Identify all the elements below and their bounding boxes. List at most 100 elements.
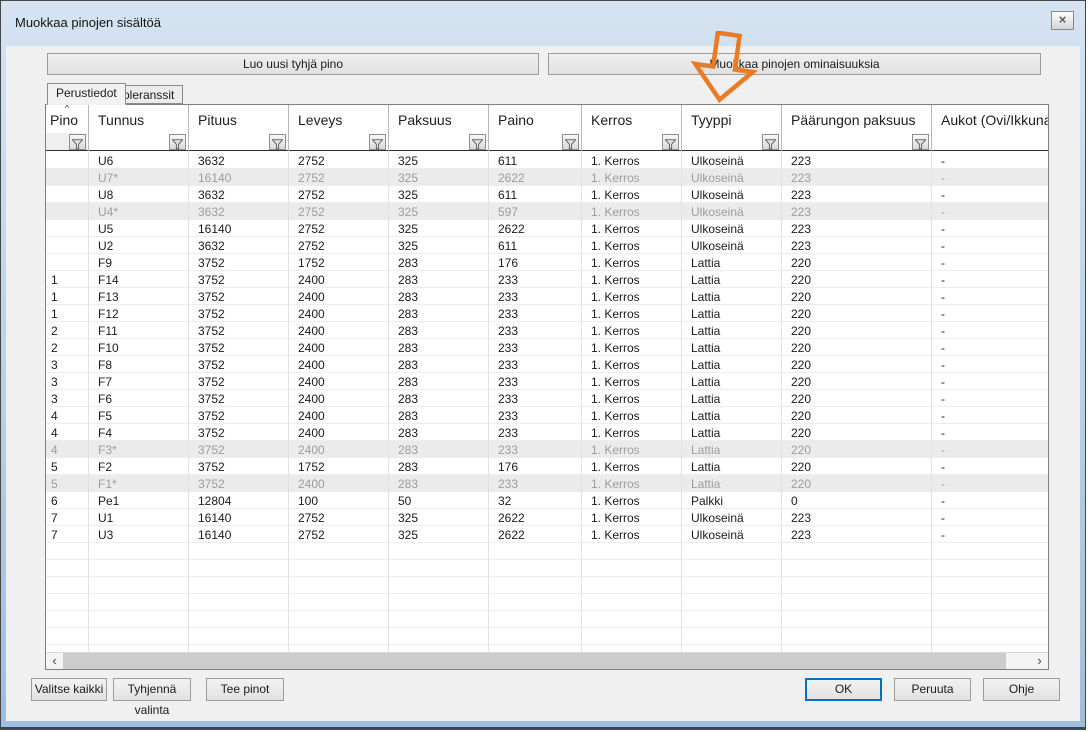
table-row[interactable]: 3F8375224002832331. KerrosLattia220- bbox=[46, 356, 1048, 373]
table-cell: 1. Kerros bbox=[581, 392, 681, 406]
table-cell: F11 bbox=[88, 324, 188, 338]
table-row[interactable]: U7*16140275232526221. KerrosUlkoseinä223… bbox=[46, 169, 1048, 186]
table-cell: 220 bbox=[781, 375, 931, 389]
filter-funnel-button[interactable] bbox=[269, 134, 286, 150]
table-cell: 4 bbox=[46, 443, 88, 457]
column-header-5[interactable]: Paksuus bbox=[388, 105, 488, 133]
table-cell: 4 bbox=[46, 409, 88, 423]
column-header-7[interactable]: Kerros bbox=[581, 105, 681, 133]
scrollbar-thumb[interactable] bbox=[63, 653, 1006, 669]
table-row[interactable]: 6Pe11280410050321. KerrosPalkki0- bbox=[46, 492, 1048, 509]
filter-funnel-button[interactable] bbox=[469, 134, 486, 150]
table-row[interactable]: F9375217522831761. KerrosLattia220- bbox=[46, 254, 1048, 271]
table-row[interactable]: 7U316140275232526221. KerrosUlkoseinä223… bbox=[46, 526, 1048, 543]
column-header-9[interactable]: Päärungon paksuus bbox=[781, 105, 931, 133]
funnel-icon bbox=[915, 139, 926, 150]
table-cell: - bbox=[931, 307, 1048, 321]
column-header-8[interactable]: Tyyppi bbox=[681, 105, 781, 133]
table-cell: 1. Kerros bbox=[581, 426, 681, 440]
table-cell: 325 bbox=[388, 205, 488, 219]
table-cell: 220 bbox=[781, 477, 931, 491]
table-row[interactable]: 4F4375224002832331. KerrosLattia220- bbox=[46, 424, 1048, 441]
clear-selection-button[interactable]: Tyhjennä valinta bbox=[113, 678, 191, 701]
table-cell: 611 bbox=[488, 188, 581, 202]
create-empty-stack-button[interactable]: Luo uusi tyhjä pino bbox=[47, 53, 539, 75]
table-cell: 1. Kerros bbox=[581, 460, 681, 474]
table-row[interactable]: 2F10375224002832331. KerrosLattia220- bbox=[46, 339, 1048, 356]
column-header-1[interactable]: Pino bbox=[46, 105, 88, 133]
table-row[interactable]: U6363227523256111. KerrosUlkoseinä223- bbox=[46, 152, 1048, 169]
table-cell: 3752 bbox=[188, 273, 288, 287]
table-row[interactable]: 4F3*375224002832331. KerrosLattia220- bbox=[46, 441, 1048, 458]
table-cell: 3632 bbox=[188, 188, 288, 202]
table-cell: 5 bbox=[46, 460, 88, 474]
table-cell: 7 bbox=[46, 528, 88, 542]
table-cell: 2752 bbox=[288, 239, 388, 253]
column-header-4[interactable]: Leveys bbox=[288, 105, 388, 133]
table-cell: 3752 bbox=[188, 358, 288, 372]
table-row[interactable]: 7U116140275232526221. KerrosUlkoseinä223… bbox=[46, 509, 1048, 526]
table-cell: 2622 bbox=[488, 528, 581, 542]
table-row[interactable]: U4*363227523255971. KerrosUlkoseinä223- bbox=[46, 203, 1048, 220]
table-row[interactable]: U8363227523256111. KerrosUlkoseinä223- bbox=[46, 186, 1048, 203]
table-header: ^ PinoTunnusPituusLeveysPaksuusPainoKerr… bbox=[46, 105, 1048, 151]
filter-funnel-button[interactable] bbox=[369, 134, 386, 150]
table-row[interactable]: 3F6375224002832331. KerrosLattia220- bbox=[46, 390, 1048, 407]
table-row[interactable]: 4F5375224002832331. KerrosLattia220- bbox=[46, 407, 1048, 424]
table-cell: - bbox=[931, 290, 1048, 304]
make-stacks-button[interactable]: Tee pinot bbox=[206, 678, 284, 701]
table-cell: 2400 bbox=[288, 307, 388, 321]
table-row[interactable]: 1F13375224002832331. KerrosLattia220- bbox=[46, 288, 1048, 305]
table-row[interactable]: 3F7375224002832331. KerrosLattia220- bbox=[46, 373, 1048, 390]
table-cell: 2400 bbox=[288, 358, 388, 372]
table-cell: 233 bbox=[488, 324, 581, 338]
table-cell: 1. Kerros bbox=[581, 239, 681, 253]
table-cell: - bbox=[931, 341, 1048, 355]
table-cell: 233 bbox=[488, 443, 581, 457]
table-row[interactable]: 5F2375217522831761. KerrosLattia220- bbox=[46, 458, 1048, 475]
filter-funnel-button[interactable] bbox=[562, 134, 579, 150]
table-row[interactable]: U2363227523256111. KerrosUlkoseinä223- bbox=[46, 237, 1048, 254]
help-button[interactable]: Ohje bbox=[983, 678, 1060, 701]
funnel-icon bbox=[172, 139, 183, 150]
scroll-left-icon[interactable]: ‹ bbox=[46, 653, 63, 669]
filter-funnel-button[interactable] bbox=[762, 134, 779, 150]
filter-funnel-button[interactable] bbox=[169, 134, 186, 150]
table-cell: U4* bbox=[88, 205, 188, 219]
table-cell: U3 bbox=[88, 528, 188, 542]
column-header-3[interactable]: Pituus bbox=[188, 105, 288, 133]
table-cell: 3752 bbox=[188, 324, 288, 338]
tab-basic-info[interactable]: Perustiedot bbox=[47, 83, 126, 105]
select-all-button[interactable]: Valitse kaikki bbox=[31, 678, 107, 701]
table-row[interactable]: 1F14375224002832331. KerrosLattia220- bbox=[46, 271, 1048, 288]
column-header-10[interactable]: Aukot (Ovi/Ikkuna/A bbox=[931, 105, 1049, 133]
cancel-button[interactable]: Peruuta bbox=[894, 678, 971, 701]
table-cell: U7* bbox=[88, 171, 188, 185]
column-header-2[interactable]: Tunnus bbox=[88, 105, 188, 133]
table-cell: F10 bbox=[88, 341, 188, 355]
table-row[interactable]: U516140275232526221. KerrosUlkoseinä223- bbox=[46, 220, 1048, 237]
table-cell: - bbox=[931, 154, 1048, 168]
horizontal-scrollbar[interactable]: ‹ › bbox=[46, 652, 1048, 669]
table-cell: 3632 bbox=[188, 205, 288, 219]
column-separator bbox=[388, 105, 389, 151]
table-cell: 283 bbox=[388, 460, 488, 474]
filter-funnel-button[interactable] bbox=[912, 134, 929, 150]
filter-funnel-button[interactable] bbox=[662, 134, 679, 150]
table-cell: 2622 bbox=[488, 222, 581, 236]
scroll-right-icon[interactable]: › bbox=[1031, 653, 1048, 669]
ok-button[interactable]: OK bbox=[805, 678, 882, 701]
table-cell: 3752 bbox=[188, 307, 288, 321]
filter-funnel-button[interactable] bbox=[69, 134, 86, 150]
table-row[interactable]: 2F11375224002832331. KerrosLattia220- bbox=[46, 322, 1048, 339]
table-cell: - bbox=[931, 443, 1048, 457]
column-header-6[interactable]: Paino bbox=[488, 105, 581, 133]
table-row[interactable]: 1F12375224002832331. KerrosLattia220- bbox=[46, 305, 1048, 322]
table-row[interactable]: 5F1*375224002832331. KerrosLattia220- bbox=[46, 475, 1048, 492]
grid-line bbox=[188, 152, 189, 652]
edit-stack-properties-button[interactable]: Muokkaa pinojen ominaisuuksia bbox=[548, 53, 1041, 75]
table-cell: 1 bbox=[46, 307, 88, 321]
table-cell: 597 bbox=[488, 205, 581, 219]
close-icon[interactable]: × bbox=[1051, 11, 1074, 30]
funnel-icon bbox=[472, 139, 483, 150]
